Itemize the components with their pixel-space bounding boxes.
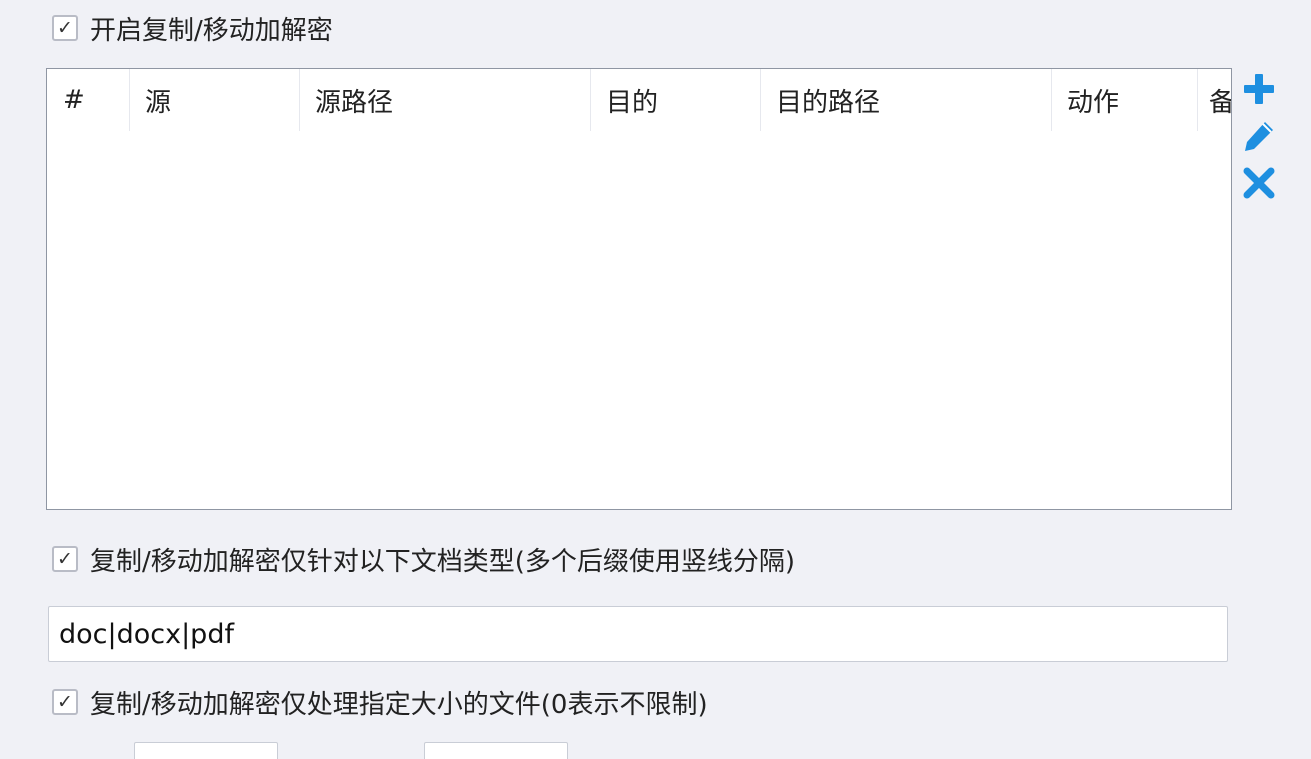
add-rule-button[interactable] [1240,70,1278,108]
enable-encrypt-label: 开启复制/移动加解密 [90,15,333,46]
filter-size-label: 复制/移动加解密仅处理指定大小的文件(0表示不限制) [90,689,708,720]
column-header-destination[interactable]: 目的 [590,69,760,131]
check-icon: ✓ [57,547,73,570]
plus-icon [1244,74,1274,104]
rules-table[interactable]: # 源 源路径 目的 目的路径 动作 备 [46,68,1232,510]
enable-encrypt-checkbox[interactable]: ✓ [52,15,78,41]
table-header: # 源 源路径 目的 目的路径 动作 备 [47,69,1231,131]
pencil-icon [1245,122,1273,151]
file-types-input[interactable] [48,606,1228,662]
filter-types-label: 复制/移动加解密仅针对以下文档类型(多个后缀使用竖线分隔) [90,546,796,577]
edit-rule-button[interactable] [1240,117,1278,155]
table-toolbar [1240,70,1278,211]
filter-size-row[interactable]: ✓ 复制/移动加解密仅处理指定大小的文件(0表示不限制) [52,686,708,720]
column-header-source-path[interactable]: 源路径 [299,69,590,131]
enable-encrypt-row[interactable]: ✓ 开启复制/移动加解密 [52,12,333,46]
min-size-input[interactable] [134,742,278,759]
close-icon [1243,167,1275,199]
check-icon: ✓ [57,690,73,713]
column-header-action[interactable]: 动作 [1051,69,1197,131]
filter-types-row[interactable]: ✓ 复制/移动加解密仅针对以下文档类型(多个后缀使用竖线分隔) [52,543,796,577]
filter-types-checkbox[interactable]: ✓ [52,546,78,572]
column-header-note[interactable]: 备 [1197,69,1231,131]
filter-size-checkbox[interactable]: ✓ [52,689,78,715]
check-icon: ✓ [57,16,73,39]
column-header-index[interactable]: # [47,69,129,131]
settings-panel: ✓ 开启复制/移动加解密 # 源 源路径 目的 目的路径 动作 备 [0,0,1311,759]
column-header-destination-path[interactable]: 目的路径 [760,69,1051,131]
table-body [47,131,1231,509]
column-header-source[interactable]: 源 [129,69,299,131]
delete-rule-button[interactable] [1240,164,1278,202]
max-size-input[interactable] [424,742,568,759]
size-range-row [60,742,568,759]
